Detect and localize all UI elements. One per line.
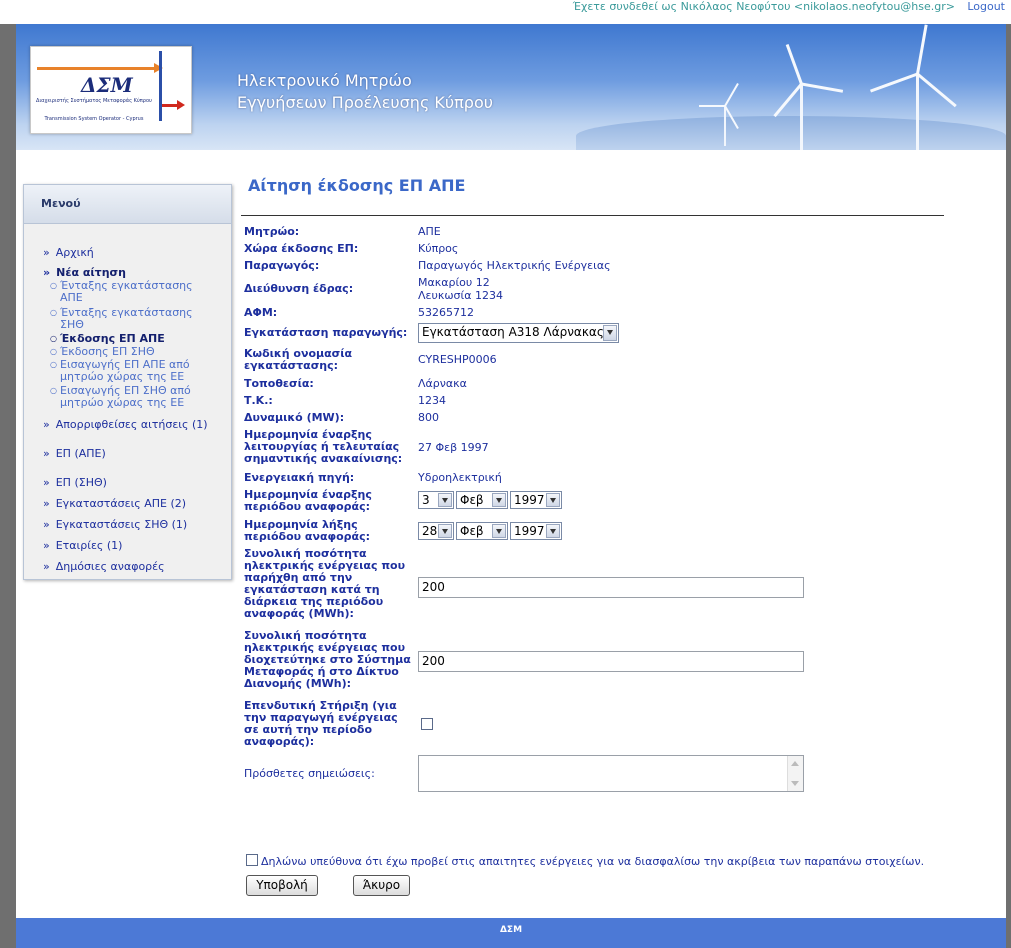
submenu-item-res-plant[interactable]: Ένταξης εγκατάστασης ΑΠΕ — [50, 280, 210, 304]
menu-item-public-reports[interactable]: Δημόσιες αναφορές — [43, 560, 165, 573]
declaration-checkbox[interactable] — [246, 854, 258, 866]
start-date-label: Ημερομηνία έναρξης λειτουργίας ή τελευτα… — [244, 428, 403, 465]
logo-subtitle: Διαχειριστής Συστήματος Μεταφοράς Κύπρου — [36, 98, 152, 104]
period-end-label: Ημερομηνία λήξης περιόδου αναφοράς: — [244, 518, 371, 543]
producer-value: Παραγωγός Ηλεκτρικής Ενέργειας — [418, 259, 611, 272]
capacity-label: Δυναμικό (MW): — [244, 411, 345, 424]
tso-logo: ΔΣΜ Διαχειριστής Συστήματος Μεταφοράς Κύ… — [30, 46, 192, 134]
page-frame: ΔΣΜ Διαχειριστής Συστήματος Μεταφοράς Κύ… — [16, 24, 1006, 948]
location-value: Λάρνακα — [418, 377, 467, 390]
login-status: Έχετε συνδεθεί ως Νικόλαος Νεοφύτου <nik… — [572, 0, 955, 13]
menu-item-res-plants[interactable]: Εγκαταστάσεις ΑΠΕ (2) — [43, 497, 186, 510]
side-menu: Μενού Αρχική Νέα αίτηση Ένταξης εγκατάστ… — [23, 184, 232, 580]
period-start-year-value: 1997 — [514, 493, 545, 507]
menu-item-new-application[interactable]: Νέα αίτηση — [43, 266, 126, 279]
menu-heading: Μενού — [41, 197, 81, 210]
chevron-down-icon — [603, 325, 617, 341]
site-title-line1: Ηλεκτρονικό Μητρώο — [237, 71, 412, 90]
site-title-line2: Εγγυήσεων Προέλευσης Κύπρου — [237, 93, 493, 112]
menu-item-home[interactable]: Αρχική — [43, 246, 94, 259]
capacity-value: 800 — [418, 411, 439, 424]
submenu-item-res-go[interactable]: Έκδοσης ΕΠ ΑΠΕ — [50, 333, 165, 346]
submenu-item-chp-plant[interactable]: Ένταξης εγκατάστασης ΣΗΘ — [50, 307, 210, 331]
period-end-year-select[interactable]: 1997 — [510, 522, 562, 540]
period-start-day-select[interactable]: 3 — [418, 491, 454, 509]
plant-label: Εγκατάσταση παραγωγής: — [244, 326, 408, 339]
textarea-scrollbar[interactable] — [787, 756, 803, 791]
period-end-year-value: 1997 — [514, 524, 545, 538]
submit-button[interactable]: Υποβολή — [246, 875, 318, 896]
menu-item-go-res[interactable]: ΕΠ (ΑΠΕ) — [43, 447, 106, 460]
address-line1: Μακαρίου 12 — [418, 276, 490, 289]
produced-input[interactable]: 200 — [418, 577, 804, 598]
code-value: CYRESHP0006 — [418, 353, 497, 366]
chevron-down-icon — [438, 524, 452, 538]
footer-text: ΔΣΜ — [499, 925, 523, 935]
chevron-down-icon — [546, 524, 560, 538]
delivered-label: Συνολική ποσότητα ηλεκτρικής ενέργειας π… — [244, 629, 411, 690]
delivered-input[interactable]: 200 — [418, 651, 804, 672]
code-label: Κωδική ονομασία εγκατάστασης: — [244, 347, 353, 372]
chevron-down-icon — [546, 493, 560, 507]
support-label: Επενδυτική Στήριξη (για την παραγωγή ενέ… — [244, 699, 398, 748]
site-title: Ηλεκτρονικό Μητρώο Εγγυήσεων Προέλευσης … — [237, 70, 493, 114]
logo-mark: ΔΣΜ — [81, 73, 133, 97]
period-start-label: Ημερομηνία έναρξης περιόδου αναφοράς: — [244, 488, 372, 513]
source-label: Ενεργειακή πηγή: — [244, 471, 355, 484]
menu-item-chp-plants[interactable]: Εγκαταστάσεις ΣΗΘ (1) — [43, 518, 187, 531]
start-date-value: 27 Φεβ 1997 — [418, 441, 489, 454]
notes-textarea[interactable] — [418, 755, 804, 792]
top-bar: Έχετε συνδεθεί ως Νικόλαος Νεοφύτου <nik… — [0, 0, 1011, 24]
footer: ΔΣΜ — [16, 918, 1006, 948]
submenu-item-import-res[interactable]: Εισαγωγής ΕΠ ΑΠΕ από μητρώο χώρας της ΕΕ — [50, 359, 210, 383]
producer-label: Παραγωγός: — [244, 259, 320, 272]
vat-label: ΑΦΜ: — [244, 306, 278, 319]
period-start-year-select[interactable]: 1997 — [510, 491, 562, 509]
menu-item-go-chp[interactable]: ΕΠ (ΣΗΘ) — [43, 476, 107, 489]
plant-select[interactable]: Εγκατάσταση Α318 Λάρνακας — [418, 323, 619, 343]
postcode-label: Τ.Κ.: — [244, 394, 273, 407]
registry-label: Μητρώο: — [244, 225, 300, 238]
location-label: Τοποθεσία: — [244, 377, 314, 390]
address-label: Διεύθυνση έδρας: — [244, 282, 354, 295]
period-end-day-select[interactable]: 28 — [418, 522, 454, 540]
menu-item-rejected[interactable]: Απορριφθείσες αιτήσεις (1) — [43, 418, 208, 431]
source-value: Υδροηλεκτρική — [418, 471, 502, 484]
declaration-text: Δηλώνω υπεύθυνα ότι έχω προβεί στις απαι… — [261, 855, 925, 868]
menu-item-companies[interactable]: Εταιρίες (1) — [43, 539, 123, 552]
country-value: Κύπρος — [418, 242, 459, 255]
registry-value: ΑΠΕ — [418, 225, 441, 238]
header-banner: ΔΣΜ Διαχειριστής Συστήματος Μεταφοράς Κύ… — [16, 24, 1006, 150]
support-checkbox[interactable] — [421, 718, 433, 730]
period-start-day-value: 3 — [422, 493, 430, 507]
period-end-day-value: 28 — [422, 524, 438, 538]
chevron-down-icon — [492, 524, 506, 538]
menu-header: Μενού — [24, 185, 231, 224]
chevron-down-icon — [438, 493, 452, 507]
logout-link[interactable]: Logout — [967, 0, 1005, 13]
period-end-month-select[interactable]: Φεβ — [456, 522, 508, 540]
address-line2: Λευκωσία 1234 — [418, 289, 503, 302]
submenu-item-import-chp[interactable]: Εισαγωγής ΕΠ ΣΗΘ από μητρώο χώρας της ΕΕ — [50, 385, 210, 409]
page-title: Αίτηση έκδοσης ΕΠ ΑΠΕ — [248, 176, 466, 195]
period-end-month-value: Φεβ — [460, 524, 484, 538]
period-start-month-value: Φεβ — [460, 493, 484, 507]
banner-hill — [576, 116, 1006, 150]
postcode-value: 1234 — [418, 394, 446, 407]
vat-value: 53265712 — [418, 306, 474, 319]
country-label: Χώρα έκδοσης ΕΠ: — [244, 242, 359, 255]
period-start-month-select[interactable]: Φεβ — [456, 491, 508, 509]
title-divider — [241, 215, 944, 216]
produced-label: Συνολική ποσότητα ηλεκτρικής ενέργειας π… — [244, 547, 406, 620]
chevron-down-icon — [492, 493, 506, 507]
submenu-item-chp-go[interactable]: Έκδοσης ΕΠ ΣΗΘ — [50, 346, 155, 359]
plant-select-value: Εγκατάσταση Α318 Λάρνακας — [422, 325, 604, 339]
cancel-button[interactable]: Άκυρο — [353, 875, 410, 896]
notes-label: Πρόσθετες σημειώσεις: — [244, 767, 375, 780]
logo-subtitle-en: Transmission System Operator - Cyprus — [44, 116, 144, 122]
